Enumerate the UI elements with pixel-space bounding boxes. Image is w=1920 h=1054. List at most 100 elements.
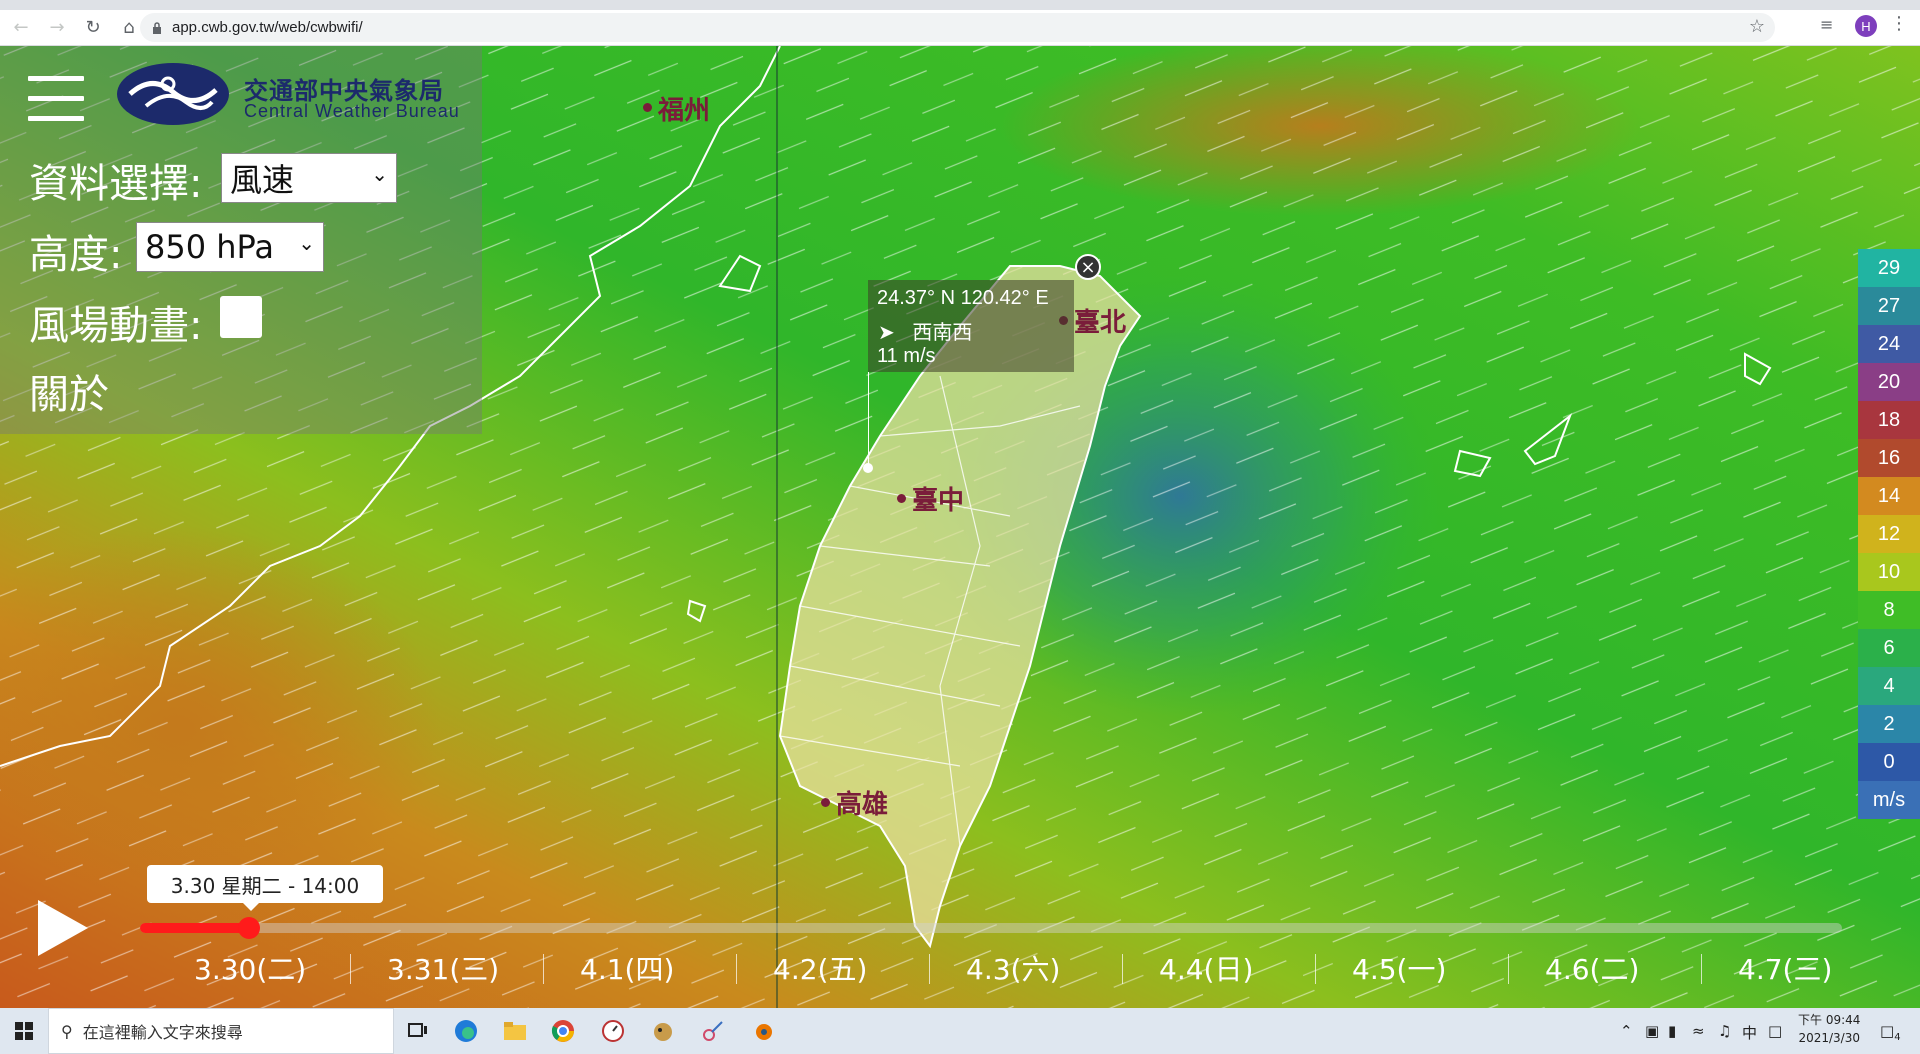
lock-icon: [153, 21, 161, 34]
timeline-tick-separator: [1315, 954, 1316, 984]
timeline-tick-separator: [1122, 954, 1123, 984]
timeline-day-tick[interactable]: 4.4(日): [1159, 948, 1253, 988]
timeline-day-tick[interactable]: 3.31(三): [387, 948, 499, 988]
system-clock[interactable]: 下午 09:44 2021/3/30: [1798, 1011, 1860, 1047]
timeline-day-tick[interactable]: 4.6(二): [1545, 948, 1639, 988]
play-button[interactable]: [38, 900, 88, 956]
ime-mode-icon[interactable]: □: [1768, 1022, 1782, 1040]
notification-icon[interactable]: □4: [1880, 1022, 1901, 1043]
wifi-icon[interactable]: ≈: [1692, 1022, 1705, 1040]
timeline-progress: [140, 923, 249, 933]
notification-count: 4: [1894, 1032, 1901, 1043]
timeline-tick-separator: [1701, 954, 1702, 984]
city-label-taichung: 臺中: [912, 486, 965, 516]
menu-icon[interactable]: [28, 76, 84, 122]
app-icon-clock[interactable]: [600, 1018, 626, 1044]
city-dot-kaohsiung: [821, 798, 830, 807]
volume-icon[interactable]: ♫: [1718, 1022, 1731, 1040]
height-label: 高度:: [29, 232, 123, 278]
timeline-tick-separator: [929, 954, 930, 984]
bookmark-star-icon[interactable]: ☆: [1749, 16, 1765, 37]
windows-start-icon[interactable]: [0, 1008, 48, 1054]
timeline-day-tick[interactable]: 4.1(四): [580, 948, 674, 988]
timeline-tick-separator: [736, 954, 737, 984]
address-bar[interactable]: app.cwb.gov.tw/web/cwbwifi/ ☆: [140, 13, 1775, 42]
about-link[interactable]: 關於: [29, 362, 109, 420]
timeline-track[interactable]: [140, 923, 1842, 933]
timeline-tick-separator: [1508, 954, 1509, 984]
tooltip-coords: 24.37° N 120.42° E: [877, 287, 1049, 309]
timeline-day-tick[interactable]: 3.30(二): [194, 948, 306, 988]
legend-cell: 18: [1858, 401, 1920, 439]
timeline-tick-separator: [543, 954, 544, 984]
tray-device-icon[interactable]: ▣: [1645, 1022, 1659, 1040]
timeline-day-tick[interactable]: 4.2(五): [773, 948, 867, 988]
legend-cell: 12: [1858, 515, 1920, 553]
windows-taskbar: ⚲ 在這裡輸入文字來搜尋 ⌃ ▣ ▮ ≈ ♫ 中 □ 下午 09:44 2021…: [0, 1008, 1920, 1054]
battery-icon[interactable]: ▮: [1668, 1022, 1676, 1040]
legend-cell: 16: [1858, 439, 1920, 477]
timeline-day-tick[interactable]: 4.5(一): [1352, 948, 1446, 988]
cwb-logo-icon: [117, 63, 229, 125]
city-label-fuzhou: 福州: [658, 96, 711, 126]
app-icon-animal[interactable]: [650, 1018, 676, 1044]
file-explorer-icon[interactable]: [502, 1018, 528, 1044]
app-icon-blender[interactable]: [750, 1018, 776, 1044]
task-view-icon[interactable]: [405, 1018, 431, 1044]
reload-icon[interactable]: ↻: [78, 13, 108, 43]
app-icon-snip[interactable]: [700, 1018, 726, 1044]
city-label-kaohsiung: 高雄: [836, 790, 889, 820]
current-time-label: 3.30 星期二 - 14:00: [147, 865, 383, 911]
legend-cell: 6: [1858, 629, 1920, 667]
legend-cell: 10: [1858, 553, 1920, 591]
height-select-value: 850 hPa: [145, 228, 274, 266]
animation-checkbox[interactable]: [220, 296, 262, 338]
taskbar-search-placeholder: 在這裡輸入文字來搜尋: [82, 1023, 243, 1042]
tooltip-direction: 西南西: [912, 322, 973, 344]
profile-avatar[interactable]: H: [1855, 15, 1877, 37]
chrome-icon[interactable]: [550, 1018, 576, 1044]
legend-cell: 27: [1858, 287, 1920, 325]
timeline-thumb[interactable]: [238, 917, 260, 939]
browser-tabstrip: [0, 0, 1920, 10]
legend-cell: 14: [1858, 477, 1920, 515]
legend-cell: 8: [1858, 591, 1920, 629]
timeline-day-tick[interactable]: 4.7(三): [1738, 948, 1832, 988]
tray-chevron-up-icon[interactable]: ⌃: [1620, 1022, 1633, 1040]
chevron-down-icon: ⌄: [371, 162, 388, 186]
legend-cell: 4: [1858, 667, 1920, 705]
wind-speed-legend: 29 27 24 20 18 16 14 12 10 8 6 4 2 0 m/s: [1858, 249, 1920, 819]
taskbar-search-box[interactable]: ⚲ 在這裡輸入文字來搜尋: [48, 1008, 394, 1054]
animation-label: 風場動畫:: [29, 303, 203, 349]
control-panel: 交通部中央氣象局 Central Weather Bureau 資料選擇: 風速…: [0, 46, 482, 434]
location-pin[interactable]: [863, 463, 873, 473]
legend-cell: 20: [1858, 363, 1920, 401]
browser-menu-icon[interactable]: ⋮: [1890, 13, 1908, 34]
data-select-value: 風速: [230, 161, 295, 199]
legend-cell: 29: [1858, 249, 1920, 287]
height-select-dropdown[interactable]: 850 hPa ⌄: [136, 222, 324, 272]
timeline-day-ticks: 3.30(二) 3.31(三) 4.1(四) 4.2(五) 4.3(六) 4.4(日) 4.…: [160, 948, 1860, 988]
wind-direction-arrow-icon: ➤: [878, 322, 895, 344]
legend-cell: 24: [1858, 325, 1920, 363]
data-select-label: 資料選擇:: [29, 161, 203, 207]
org-name-en: Central Weather Bureau: [244, 101, 460, 121]
back-icon[interactable]: ←: [6, 13, 36, 43]
edge-browser-icon[interactable]: [453, 1018, 479, 1044]
data-select-dropdown[interactable]: 風速 ⌄: [221, 153, 397, 203]
chevron-down-icon: ⌄: [298, 231, 315, 255]
timeline-tick-separator: [350, 954, 351, 984]
timeline-day-tick[interactable]: 4.3(六): [966, 948, 1060, 988]
city-dot-taichung: [897, 494, 906, 503]
ime-indicator[interactable]: 中: [1742, 1022, 1757, 1043]
city-label-taipei: 臺北: [1074, 308, 1127, 338]
clock-time: 下午 09:44: [1798, 1013, 1861, 1027]
forward-icon[interactable]: →: [42, 13, 72, 43]
legend-cell: 2: [1858, 705, 1920, 743]
close-icon[interactable]: ×: [1075, 254, 1101, 280]
tooltip-pointer: [868, 372, 869, 468]
reading-list-icon[interactable]: ≡: [1820, 15, 1833, 34]
browser-toolbar: ← → ↻ ⌂ app.cwb.gov.tw/web/cwbwifi/ ☆: [0, 10, 1920, 46]
search-icon: ⚲: [61, 1021, 73, 1041]
clock-date: 2021/3/30: [1798, 1031, 1860, 1045]
